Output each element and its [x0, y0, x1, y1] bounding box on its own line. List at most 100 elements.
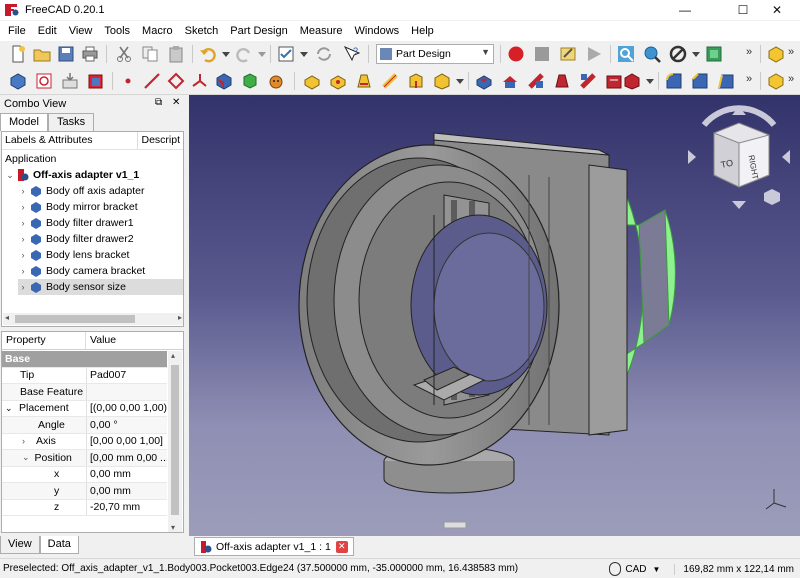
property-col-name[interactable]: Property: [2, 332, 86, 349]
subtractive-primitive-icon[interactable]: [622, 71, 642, 91]
tab-data[interactable]: Data: [39, 536, 79, 554]
paste-icon[interactable]: [166, 44, 186, 64]
toolbar-overflow-icon[interactable]: »: [746, 46, 752, 58]
expand-arrow-icon[interactable]: ⌄: [5, 403, 19, 414]
property-value[interactable]: [0,00 0,00 1,00]: [86, 433, 167, 449]
subtractive-loft-icon[interactable]: [552, 71, 572, 91]
views-dropdown-icon[interactable]: [294, 44, 314, 64]
menu-macro[interactable]: Macro: [136, 21, 179, 41]
redo-dropdown-icon[interactable]: [252, 44, 272, 64]
document-tab[interactable]: Off-axis adapter v1_1 : 1 ✕: [194, 537, 354, 556]
subtractive-dropdown-icon[interactable]: [640, 71, 660, 91]
chevron-right-icon[interactable]: ›: [18, 202, 28, 212]
open-document-icon[interactable]: [32, 44, 52, 64]
chevron-right-icon[interactable]: ›: [18, 266, 28, 276]
save-document-icon[interactable]: [56, 44, 76, 64]
chevron-right-icon[interactable]: ›: [18, 234, 28, 244]
navigation-cube[interactable]: TO RIGHT: [684, 105, 794, 215]
toolbar-overflow-icon-4[interactable]: »: [788, 73, 794, 85]
property-value[interactable]: -20,70 mm: [86, 499, 167, 515]
refresh-icon[interactable]: [314, 44, 334, 64]
draft-icon[interactable]: [716, 71, 736, 91]
groove-icon[interactable]: [526, 71, 546, 91]
close-tab-icon[interactable]: ✕: [335, 540, 348, 553]
tree-col-description[interactable]: Descript: [138, 132, 183, 149]
tree-col-labels[interactable]: Labels & Attributes: [2, 132, 139, 149]
scroll-left-icon[interactable]: ◂: [5, 313, 9, 322]
close-panel-icon[interactable]: ✕: [172, 97, 180, 108]
property-row[interactable]: z -20,70 mm: [2, 499, 167, 516]
tab-model[interactable]: Model: [0, 113, 48, 131]
primitive-dropdown-icon[interactable]: [450, 71, 470, 91]
scroll-right-icon[interactable]: ▸: [178, 313, 182, 322]
property-value[interactable]: 0,00 °: [86, 417, 167, 433]
pocket-icon[interactable]: [474, 71, 494, 91]
chevron-right-icon[interactable]: ›: [18, 282, 28, 292]
print-icon[interactable]: [80, 44, 100, 64]
chevron-right-icon[interactable]: ›: [22, 436, 36, 446]
chevron-right-icon[interactable]: ›: [18, 218, 28, 228]
property-value[interactable]: [0,00 mm 0,00 ...: [86, 450, 167, 466]
scrollbar-thumb[interactable]: [15, 315, 135, 323]
property-row[interactable]: Base Feature: [2, 384, 167, 401]
property-value[interactable]: Pad007: [86, 367, 167, 383]
workbench-selector[interactable]: Part Design ▼: [376, 44, 494, 64]
clone-icon[interactable]: [240, 71, 260, 91]
undo-icon[interactable]: [198, 44, 218, 64]
navigation-style-selector[interactable]: CAD ▼: [609, 562, 660, 576]
tree-item[interactable]: › Body off axis adapter: [18, 183, 183, 199]
validate-sketch-icon[interactable]: [60, 71, 80, 91]
menu-view[interactable]: View: [63, 21, 99, 41]
record-macro-icon[interactable]: [506, 44, 526, 64]
revolution-icon[interactable]: [328, 71, 348, 91]
chamfer-icon[interactable]: [690, 71, 710, 91]
menu-tools[interactable]: Tools: [98, 21, 136, 41]
tree-item[interactable]: › Body camera bracket: [18, 263, 183, 279]
property-group-base[interactable]: Base: [2, 351, 167, 368]
navcube-icon[interactable]: TO RIGHT: [684, 105, 794, 215]
hole-icon[interactable]: [500, 71, 520, 91]
3d-viewport[interactable]: TO RIGHT: [189, 95, 800, 536]
tree-document[interactable]: ⌄ Off-axis adapter v1_1: [5, 167, 139, 183]
tree-item-selected[interactable]: › Body sensor size: [18, 279, 183, 295]
toolbar-overflow-icon-2[interactable]: »: [788, 46, 794, 58]
scrollbar-thumb[interactable]: [171, 365, 179, 515]
toolbar-overflow-icon-3[interactable]: »: [746, 73, 752, 85]
subtractive-pipe-icon[interactable]: [578, 71, 598, 91]
datum-line-icon[interactable]: [142, 71, 162, 91]
property-row[interactable]: ⌄Placement [(0,00 0,00 1,00);...: [2, 400, 167, 417]
draw-style-dropdown-icon[interactable]: [686, 44, 706, 64]
bounding-box-icon[interactable]: [704, 44, 724, 64]
additive-loft-icon[interactable]: [354, 71, 374, 91]
tree-horizontal-scrollbar[interactable]: ◂ ▸: [3, 313, 183, 325]
property-vertical-scrollbar[interactable]: ▴ ▾: [168, 351, 182, 532]
create-body-icon[interactable]: [8, 71, 28, 91]
datum-point-icon[interactable]: [118, 71, 138, 91]
minimize-button[interactable]: —: [662, 0, 708, 20]
close-button[interactable]: ✕: [754, 0, 800, 20]
menu-help[interactable]: Help: [405, 21, 440, 41]
chevron-right-icon[interactable]: ›: [18, 186, 28, 196]
pad-icon[interactable]: [302, 71, 322, 91]
zoom-selection-icon[interactable]: [642, 44, 662, 64]
fillet-icon[interactable]: [664, 71, 684, 91]
property-value[interactable]: 0,00 mm: [86, 483, 167, 499]
measure-icon[interactable]: [766, 71, 786, 91]
property-row[interactable]: ⌄ Position [0,00 mm 0,00 ...: [2, 450, 167, 467]
property-row[interactable]: › Axis [0,00 0,00 1,00]: [2, 433, 167, 450]
sub-binder-dog-icon[interactable]: [266, 71, 286, 91]
property-row[interactable]: x 0,00 mm: [2, 466, 167, 483]
part-icon[interactable]: [766, 44, 786, 64]
property-row[interactable]: y 0,00 mm: [2, 483, 167, 500]
menu-sketch[interactable]: Sketch: [179, 21, 225, 41]
std-views-icon[interactable]: [276, 44, 296, 64]
chevron-right-icon[interactable]: ›: [18, 250, 28, 260]
property-value[interactable]: 0,00 mm: [86, 466, 167, 482]
tree-item[interactable]: › Body mirror bracket: [18, 199, 183, 215]
property-row[interactable]: Tip Pad007: [2, 367, 167, 384]
tree-root-application[interactable]: Application: [5, 151, 56, 167]
zoom-fit-icon[interactable]: [616, 44, 636, 64]
run-macro-icon[interactable]: [584, 44, 604, 64]
tree-item[interactable]: › Body lens bracket: [18, 247, 183, 263]
menu-file[interactable]: File: [2, 21, 32, 41]
